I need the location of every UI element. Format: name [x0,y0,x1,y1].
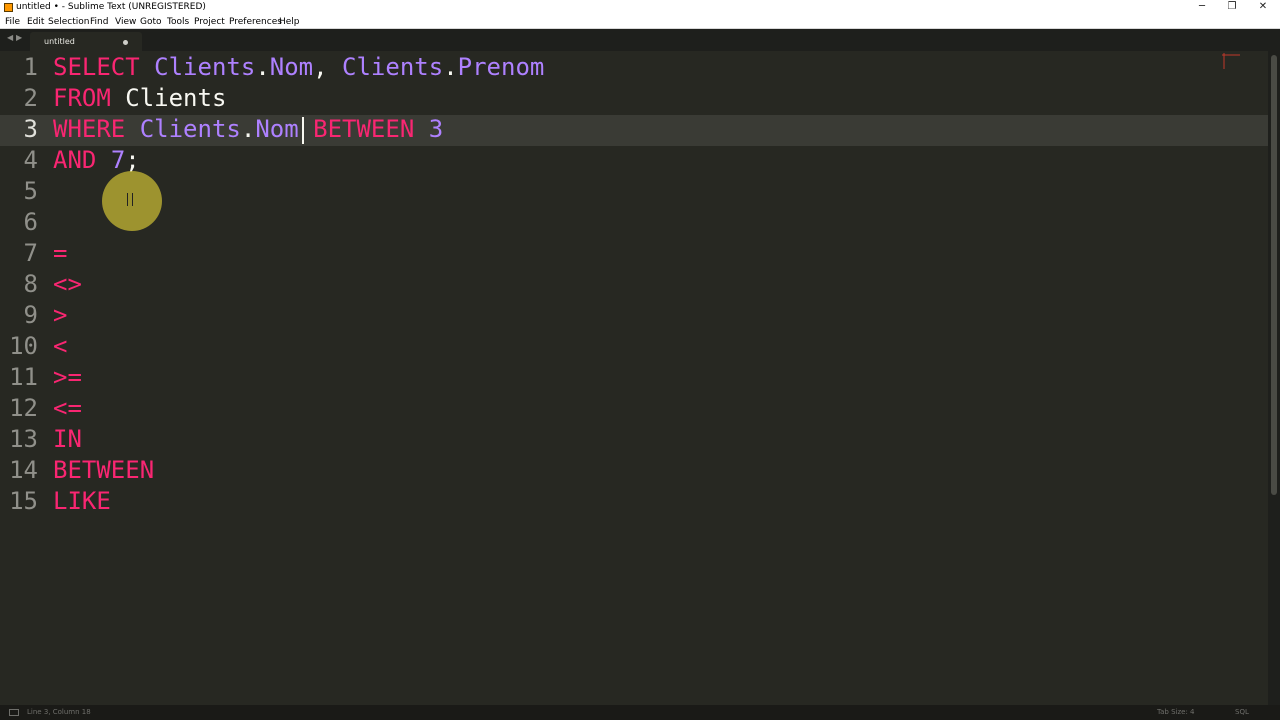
menu-view[interactable]: View [115,15,136,29]
menu-edit[interactable]: Edit [27,15,44,29]
vertical-scrollbar[interactable] [1268,51,1280,705]
code-token: , [313,53,343,81]
code-token: > [53,301,68,329]
code-line[interactable]: = [53,238,67,269]
menu-preferences[interactable]: Preferences [229,15,282,29]
minimize-button[interactable]: ─ [1187,0,1217,15]
code-line[interactable]: SELECT Clients.Nom, Clients.Prenom [53,52,544,83]
status-cursor-position: Line 3, Column 18 [27,708,91,716]
text-caret [302,117,304,144]
status-bar: Line 3, Column 18 Tab Size: 4 SQL [0,705,1280,720]
status-syntax[interactable]: SQL [1235,705,1249,720]
code-token: 3 [428,115,444,143]
tab-untitled[interactable]: untitled [30,32,142,51]
code-token: . [240,115,256,143]
menu-goto[interactable]: Goto [140,15,162,29]
line-number: 13 [9,425,38,453]
line-number: 14 [9,456,38,484]
code-token: Clients [125,84,227,112]
code-line[interactable]: IN [53,424,82,455]
code-line[interactable]: < [53,331,67,362]
title-bar: untitled • - Sublime Text (UNREGISTERED)… [0,0,1280,15]
line-number: 15 [9,487,38,515]
code-token: Clients [342,53,444,81]
code-token: AND [53,146,97,174]
code-token: 7 [110,146,126,174]
code-line[interactable]: WHERE Clients.Nom BETWEEN 3 [53,114,443,145]
code-token: Nom [255,115,299,143]
close-button[interactable]: ✕ [1248,0,1278,15]
code-line[interactable]: <= [53,393,82,424]
code-line[interactable]: >= [53,362,82,393]
line-number: 5 [23,177,38,205]
menu-selection[interactable]: Selection [48,15,89,29]
code-line[interactable]: <> [53,269,82,300]
code-token: WHERE [53,115,126,143]
unsaved-dot-icon[interactable] [123,40,128,45]
code-token: BETWEEN [313,115,415,143]
line-number: 10 [9,332,38,360]
code-token: Clients [139,115,241,143]
tab-nav-right-icon[interactable]: ▶ [16,33,22,42]
code-line[interactable]: > [53,300,67,331]
code-token: LIKE [53,487,111,515]
minimap-marker-icon [1222,53,1240,69]
code-line[interactable]: FROM Clients [53,83,226,114]
code-token: . [443,53,458,81]
line-number: 6 [23,208,38,236]
code-token: = [53,239,68,267]
line-number: 2 [23,84,38,112]
code-token: SELECT [53,53,140,81]
line-number: 12 [9,394,38,422]
code-token: Nom [269,53,314,81]
code-token: <= [53,394,82,422]
line-number: 7 [23,239,38,267]
scrollbar-thumb[interactable] [1271,55,1277,495]
panel-toggle-icon[interactable] [9,709,19,716]
code-token: IN [53,425,82,453]
code-token: FROM [53,84,111,112]
line-number: 11 [9,363,38,391]
code-token: ; [125,146,140,174]
line-number: 8 [23,270,38,298]
menu-file[interactable]: File [5,15,20,29]
menu-bar: File Edit Selection Find View Goto Tools… [0,15,1280,29]
line-number: 3 [23,115,38,143]
line-number: 9 [23,301,38,329]
menu-tools[interactable]: Tools [167,15,189,29]
tab-label: untitled [44,37,75,46]
sublime-app-icon [4,3,13,12]
code-token: >= [53,363,82,391]
code-token: Clients [154,53,256,81]
code-token: <> [53,270,82,298]
code-token: Prenom [457,53,545,81]
menu-find[interactable]: Find [90,15,108,29]
line-number-gutter: 1 2 3 4 5 6 7 8 9 10 11 12 13 14 15 [0,51,45,705]
ibeam-cursor-icon [127,193,133,206]
line-number: 1 [23,53,38,81]
tab-nav-left-icon[interactable]: ◀ [7,33,13,42]
line-number: 4 [23,146,38,174]
menu-project[interactable]: Project [194,15,225,29]
tab-bar: ◀ ▶ untitled [0,29,1280,51]
status-tab-size[interactable]: Tab Size: 4 [1157,705,1194,720]
code-line[interactable]: BETWEEN [53,455,154,486]
menu-help[interactable]: Help [279,15,300,29]
maximize-button[interactable]: ❐ [1217,0,1247,15]
code-line[interactable]: LIKE [53,486,111,517]
code-token: . [255,53,270,81]
code-editor[interactable]: 1 2 3 4 5 6 7 8 9 10 11 12 13 14 15 SELECT Clients.Nom… [0,51,1268,705]
window-title: untitled • - Sublime Text (UNREGISTERED) [16,2,206,12]
code-token: BETWEEN [53,456,155,484]
code-token: < [53,332,68,360]
